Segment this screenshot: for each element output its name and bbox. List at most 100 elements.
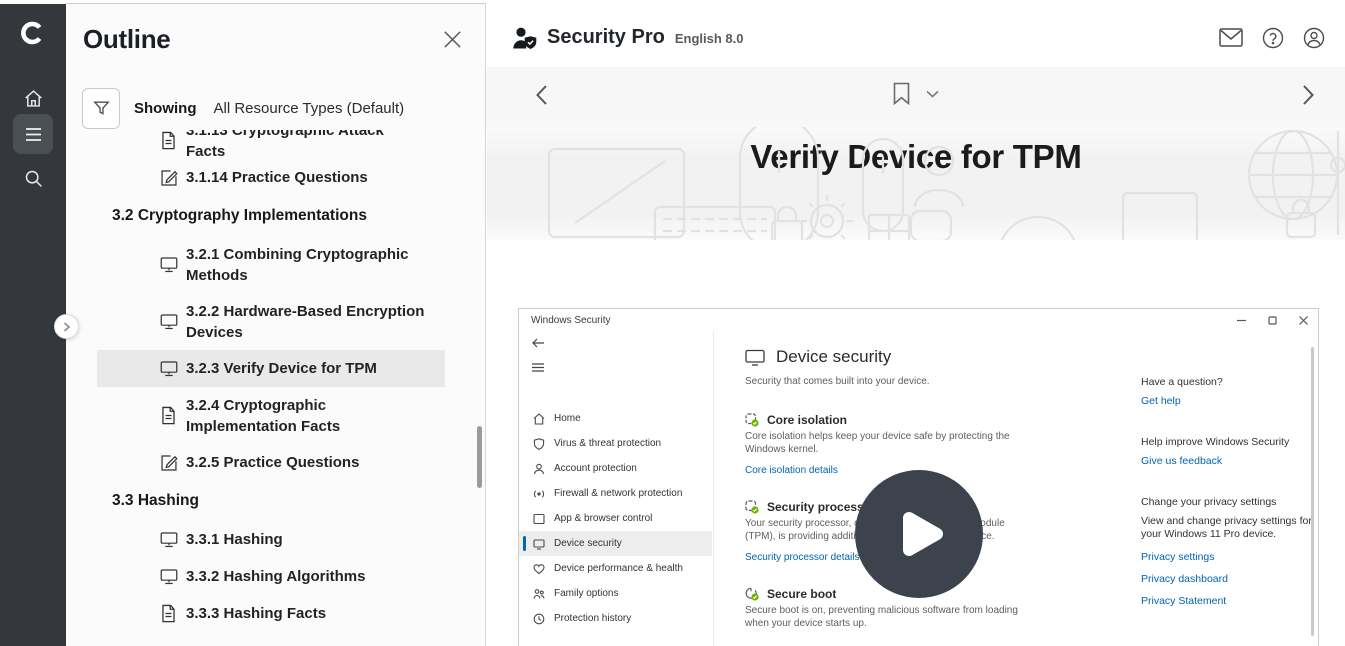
previous-lesson-icon[interactable] xyxy=(535,84,548,106)
resource-filter-button[interactable] xyxy=(82,88,120,129)
health-icon xyxy=(533,563,545,575)
window-scrollbar xyxy=(1311,347,1314,636)
aside-privacy-body: View and change privacy settings for you… xyxy=(1141,515,1321,541)
core-isolation-details-link: Core isolation details xyxy=(745,465,1037,476)
outline-item[interactable]: 3.2.1 Combining Cryptographic Methods xyxy=(97,236,445,293)
app-logo-icon xyxy=(0,18,66,48)
close-outline-icon[interactable] xyxy=(442,29,463,50)
outline-panel: Outline Showing All Resource Types (Defa… xyxy=(66,3,486,646)
aside-privacy-heading: Change your privacy settings xyxy=(1141,496,1321,509)
course-header: Security Pro English 8.0 xyxy=(487,8,1345,67)
filter-showing-label: Showing xyxy=(134,100,197,117)
product-edition: English 8.0 xyxy=(675,31,744,46)
windows-security-aside: Have a question? Get help Help improve W… xyxy=(1141,376,1321,608)
section-secure-boot: Secure boot Secure boot is on, preventin… xyxy=(745,587,1037,630)
outline-section: 3.2 Cryptography Implementations xyxy=(97,196,485,236)
section-core-isolation: Core isolation Core isolation helps keep… xyxy=(745,413,1037,476)
window-titlebar: Windows Security xyxy=(519,309,1318,331)
nav-device-security-selected: Device security xyxy=(519,531,712,556)
privacy-settings-link: Privacy settings xyxy=(1141,551,1321,564)
page-title: Device security xyxy=(776,347,891,367)
outline-item-selected[interactable]: 3.2.3 Verify Device for TPM xyxy=(97,350,445,387)
outline-title: Outline xyxy=(83,24,170,55)
lesson-content: Windows Security Home xyxy=(487,240,1345,646)
outline-item[interactable]: 3.3.2 Hashing Algorithms xyxy=(97,558,445,595)
history-clock-icon xyxy=(533,613,545,625)
nav-family-options: Family options xyxy=(519,581,712,606)
nav-performance-health: Device performance & health xyxy=(519,556,712,581)
device-security-panel: Device security Security that comes buil… xyxy=(715,331,1318,646)
search-icon[interactable] xyxy=(0,168,66,189)
close-icon xyxy=(1299,316,1308,325)
aside-feedback-heading: Help improve Windows Security xyxy=(1141,436,1321,449)
outline-list: 3.1.13 Cryptographic Attack Facts 3.1.14… xyxy=(66,130,485,646)
document-icon xyxy=(160,131,177,150)
document-icon xyxy=(160,406,177,425)
outline-item[interactable]: 3.2.4 Cryptographic Implementation Facts xyxy=(97,387,445,444)
family-icon xyxy=(533,588,545,600)
outline-item[interactable]: 3.1.14 Practice Questions xyxy=(97,159,445,196)
outline-item[interactable]: 3.2.5 Practice Questions xyxy=(97,444,445,481)
collapse-outline-button[interactable] xyxy=(54,314,79,339)
nav-app-browser: App & browser control xyxy=(519,506,712,531)
outline-menu-icon[interactable] xyxy=(13,114,53,154)
bookmark-icon[interactable] xyxy=(893,82,910,105)
nav-protection-history: Protection history xyxy=(519,606,712,631)
maximize-icon xyxy=(1268,316,1277,325)
app-window-icon xyxy=(533,513,545,525)
window-title: Windows Security xyxy=(531,315,610,326)
outline-item[interactable]: 3.3.1 Hashing xyxy=(97,521,445,558)
outline-scrollbar[interactable] xyxy=(477,426,482,488)
monitor-icon xyxy=(160,256,177,273)
get-help-link: Get help xyxy=(1141,395,1321,408)
next-lesson-icon[interactable] xyxy=(1302,84,1315,106)
security-pro-logo-icon xyxy=(511,25,538,51)
monitor-icon xyxy=(160,568,177,585)
outline-item[interactable]: 3.3.3 Hashing Facts xyxy=(97,595,445,632)
monitor-icon xyxy=(160,531,177,548)
account-icon[interactable] xyxy=(1303,27,1325,49)
outline-section: 3.3 Hashing xyxy=(97,481,485,521)
screen: Outline Showing All Resource Types (Defa… xyxy=(0,0,1345,646)
mail-icon[interactable] xyxy=(1219,28,1243,47)
filter-value[interactable]: All Resource Types (Default) xyxy=(214,100,405,117)
help-icon[interactable] xyxy=(1262,27,1284,49)
bookmark-control[interactable] xyxy=(893,82,939,105)
monitor-icon xyxy=(160,313,177,330)
nav-menu-icon xyxy=(532,363,544,372)
document-icon xyxy=(160,604,177,623)
pencil-icon xyxy=(160,454,177,472)
home-icon[interactable] xyxy=(0,88,66,109)
lesson-banner: Verify Device for TPM xyxy=(487,127,1345,240)
outline-item[interactable]: 3.2.2 Hardware-Based Encryption Devices xyxy=(97,293,445,350)
nav-account: Account protection xyxy=(519,456,712,481)
give-feedback-link: Give us feedback xyxy=(1141,455,1321,468)
lesson-navigation-bar xyxy=(487,67,1345,127)
monitor-icon xyxy=(533,538,545,550)
chevron-down-icon[interactable] xyxy=(926,90,939,98)
security-processor-status-icon xyxy=(745,500,759,514)
aside-question-heading: Have a question? xyxy=(1141,376,1321,389)
video-play-button[interactable] xyxy=(855,470,983,598)
main-area: Security Pro English 8.0 xyxy=(487,0,1345,646)
nav-firewall: Firewall & network protection xyxy=(519,481,712,506)
pencil-icon xyxy=(160,169,177,187)
privacy-statement-link: Privacy Statement xyxy=(1141,595,1321,608)
monitor-icon xyxy=(745,349,765,366)
minimize-icon xyxy=(1237,316,1246,325)
core-isolation-status-icon xyxy=(745,413,759,427)
product-title: Security Pro xyxy=(547,26,665,49)
nav-virus-threat: Virus & threat protection xyxy=(519,431,712,456)
monitor-icon xyxy=(160,360,177,377)
signal-icon xyxy=(533,488,545,500)
home-icon xyxy=(533,413,545,425)
nav-home: Home xyxy=(519,406,712,431)
video-poster-windows-security[interactable]: Windows Security Home xyxy=(518,308,1319,646)
back-arrow-icon xyxy=(532,338,544,348)
shield-icon xyxy=(533,438,545,450)
outline-item[interactable]: 3.1.13 Cryptographic Attack Facts xyxy=(97,130,445,159)
page-subtitle: Security that comes built into your devi… xyxy=(745,376,930,387)
person-icon xyxy=(533,463,545,475)
secure-boot-status-icon xyxy=(745,587,759,601)
banner-watermark-art xyxy=(487,127,1345,240)
